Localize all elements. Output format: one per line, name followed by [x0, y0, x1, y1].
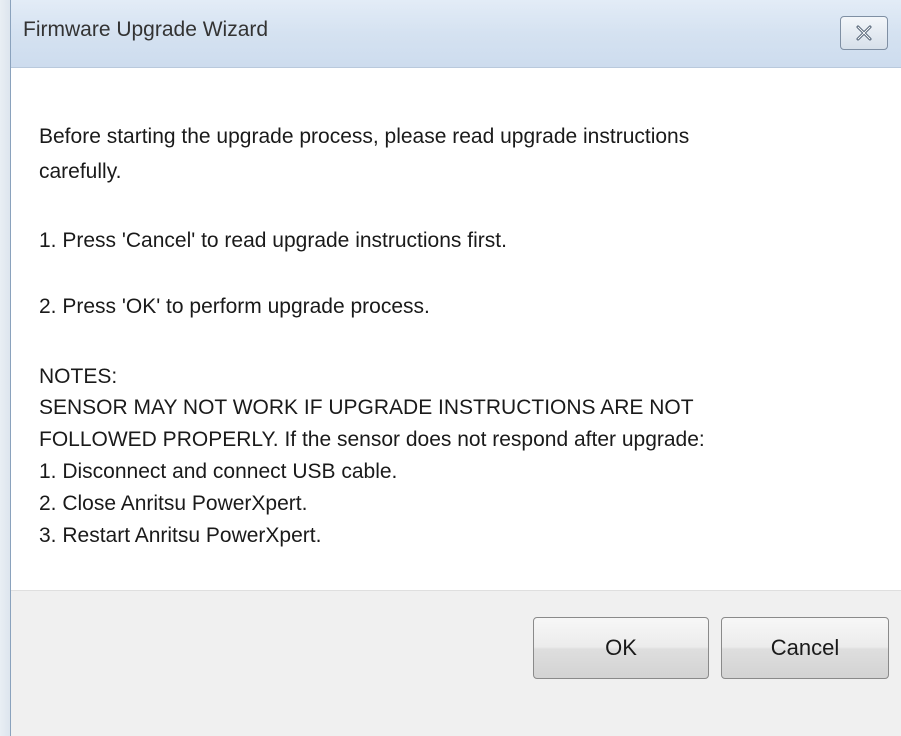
ok-button[interactable]: OK	[533, 617, 709, 679]
title-bar[interactable]: Firmware Upgrade Wizard	[11, 0, 901, 68]
step-1-text: 1. Press 'Cancel' to read upgrade instru…	[39, 229, 507, 252]
message-area: Before starting the upgrade process, ple…	[11, 68, 901, 590]
close-icon	[855, 25, 873, 41]
notes-item-3: 3. Restart Anritsu PowerXpert.	[39, 524, 322, 547]
notes-item-1: 1. Disconnect and connect USB cable.	[39, 460, 398, 483]
close-button[interactable]	[840, 16, 888, 50]
cancel-button[interactable]: Cancel	[721, 617, 889, 679]
intro-line-2: carefully.	[39, 160, 122, 183]
notes-line-2: FOLLOWED PROPERLY. If the sensor does no…	[39, 428, 705, 451]
intro-line-1: Before starting the upgrade process, ple…	[39, 125, 690, 148]
step-2-text: 2. Press 'OK' to perform upgrade process…	[39, 295, 430, 318]
button-bar: OK Cancel	[11, 590, 901, 736]
notes-heading: NOTES:	[39, 365, 118, 388]
firmware-upgrade-dialog: Firmware Upgrade Wizard Before starting …	[10, 0, 901, 736]
notes-line-1: SENSOR MAY NOT WORK IF UPGRADE INSTRUCTI…	[39, 396, 694, 419]
background-window	[0, 0, 10, 736]
window-title: Firmware Upgrade Wizard	[23, 18, 269, 41]
notes-item-2: 2. Close Anritsu PowerXpert.	[39, 492, 308, 515]
